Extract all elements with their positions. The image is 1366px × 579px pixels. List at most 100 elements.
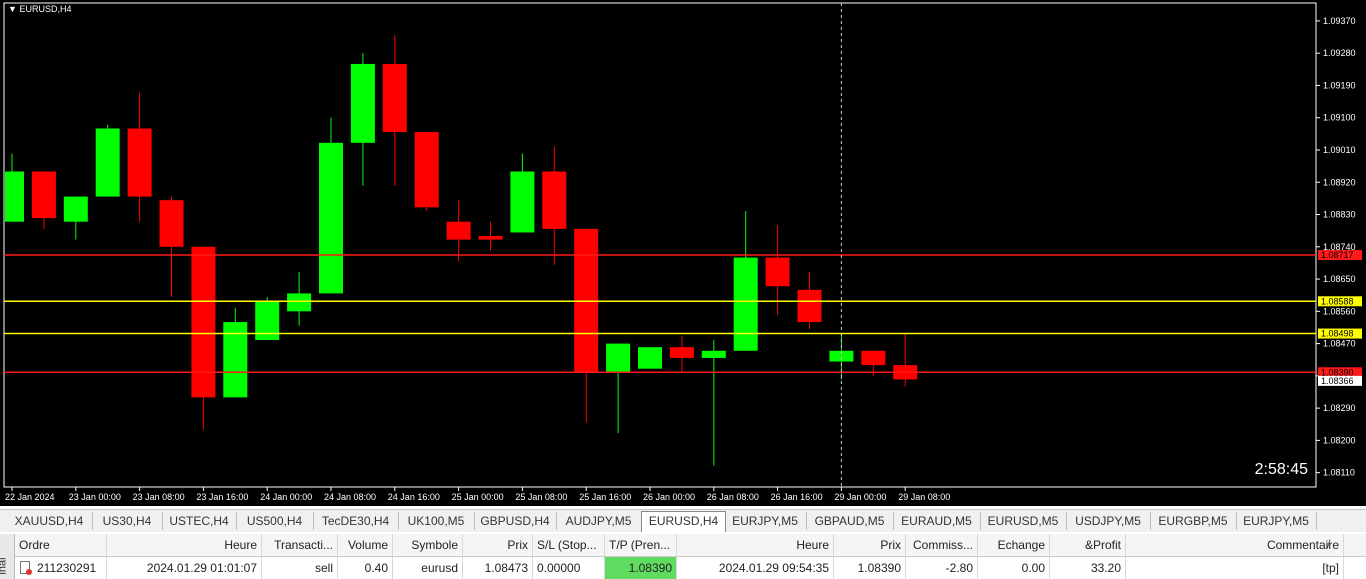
candle-body [861,350,886,366]
column-header[interactable]: Commiss... [906,534,978,556]
candle-body [414,132,439,208]
candle-body [95,128,120,197]
column-header[interactable]: Prix [834,534,906,556]
x-tick-label: 24 Jan 00:00 [260,492,312,502]
x-tick-label: 25 Jan 16:00 [579,492,631,502]
tab-usdjpy-m5[interactable]: USDJPY,M5 [1066,512,1151,530]
tab-eurusd-h4[interactable]: EURUSD,H4 [641,511,726,532]
table-row[interactable]: 211230291 2024.01.29 01:01:07 sell 0.40 euru… [15,557,1366,579]
terminal-side-label: inal [0,534,15,579]
price-chart[interactable]: 1.09370 1.09280 1.09190 1.09100 1.09010 1.089… [0,0,1366,506]
tab-us500-h4[interactable]: US500,H4 [236,512,314,530]
price-level-label: 1.08588 [1321,296,1354,306]
x-tick-label: 25 Jan 00:00 [452,492,504,502]
candle-body [638,347,662,369]
x-tick-label: 23 Jan 16:00 [196,492,248,502]
candle-body [606,343,631,373]
x-tick-label: 23 Jan 08:00 [133,492,185,502]
x-tick-label: 25 Jan 08:00 [515,492,567,502]
y-tick-label: 1.09100 [1323,113,1356,123]
x-tick-label: 26 Jan 00:00 [643,492,695,502]
candle-body [127,128,152,197]
x-tick-label: 22 Jan 2024 [5,492,55,502]
candle-body [765,257,790,287]
table-cell: sell [262,557,338,579]
column-header[interactable]: Echange [978,534,1050,556]
x-tick-label: 29 Jan 08:00 [898,492,950,502]
candle-body [319,142,343,294]
table-header-row: Ordre Heure Transacti... Volume Symbole Prix S… [15,534,1366,557]
table-cell: 0.40 [338,557,393,579]
tab-tecde30-h4[interactable]: TecDE30,H4 [313,512,399,530]
candle-body [478,236,503,240]
column-header[interactable]: &Profit [1050,534,1126,556]
column-header[interactable]: Prix [463,534,533,556]
candle-body [733,257,758,351]
x-tick-label: 26 Jan 08:00 [707,492,759,502]
column-header[interactable]: Volume [338,534,393,556]
tab-audjpy-m5[interactable]: AUDJPY,M5 [556,512,642,530]
table-cell: eurusd [393,557,463,579]
terminal-label-text: inal [0,557,9,575]
y-tick-label: 1.08470 [1323,339,1356,349]
candle-body [159,200,184,247]
chart-symbol-label: ▼ EURUSD,H4 [8,4,71,14]
y-tick-label: 1.08200 [1323,435,1356,445]
table-cell: 2024.01.29 09:54:35 [677,557,834,579]
candle-body [191,246,216,398]
candle-body [542,171,567,229]
price-level-label: 1.08498 [1321,329,1354,339]
y-tick-label: 1.08830 [1323,210,1356,220]
tab-uk100-m5[interactable]: UK100,M5 [398,512,475,530]
tab-eurusd-m5[interactable]: EURUSD,M5 [980,512,1067,530]
column-header[interactable]: S/L (Stop... [533,534,605,556]
tab-euraud-m5[interactable]: EURAUD,M5 [893,512,981,530]
tab-eurjpy-m5[interactable]: EURJPY,M5 [724,512,807,530]
candle-body [382,63,407,133]
candle-body [350,63,375,143]
tab-us30-h4[interactable]: US30,H4 [92,512,163,530]
candle-timer: 2:58:45 [1255,461,1308,478]
tab-xauusd-h4[interactable]: XAUUSD,H4 [6,512,93,530]
table-cell: 1.08390 [605,557,677,579]
y-tick-label: 1.08560 [1323,306,1356,316]
column-header[interactable]: Commentaire [1126,534,1344,556]
price-level-label: 1.08717 [1321,250,1354,260]
dropdown-triangle-icon[interactable]: ▼ [8,4,17,14]
candle-body [510,171,535,233]
x-tick-label: 24 Jan 16:00 [388,492,440,502]
y-tick-label: 1.09190 [1323,80,1356,90]
tab-ustec-h4[interactable]: USTEC,H4 [162,512,237,530]
tab-gbpusd-h4[interactable]: GBPUSD,H4 [474,512,557,530]
tab-eurjpy-m5[interactable]: EURJPY,M5 [1236,512,1317,530]
x-tick-label: 29 Jan 00:00 [834,492,886,502]
column-header[interactable]: T/P (Pren... [605,534,677,556]
candle-body [797,289,822,323]
column-header[interactable]: Transacti... [262,534,338,556]
table-cell: -2.80 [906,557,978,579]
chart-area[interactable]: 1.09370 1.09280 1.09190 1.09100 1.09010 1.089… [0,0,1366,506]
plot-frame [3,2,1317,488]
column-header[interactable]: Ordre [15,534,107,556]
tab-eurgbp-m5[interactable]: EURGBP,M5 [1150,512,1237,530]
candle-body [5,171,24,222]
table-cell: 1.08473 [463,557,533,579]
y-tick-label: 1.09280 [1323,48,1356,58]
column-header[interactable]: Symbole [393,534,463,556]
table-cell: 0.00000 [533,557,605,579]
column-header[interactable]: Heure [677,534,834,556]
column-header[interactable]: Heure [107,534,262,556]
current-price-label: 1.08366 [1321,376,1354,386]
y-tick-label: 1.09010 [1323,145,1356,155]
tab-gbpaud-m5[interactable]: GBPAUD,M5 [806,512,894,530]
y-tick-label: 1.08110 [1323,468,1355,478]
table-cell: 2024.01.29 01:01:07 [107,557,262,579]
y-tick-label: 1.08290 [1323,403,1356,413]
candle-body [701,350,726,358]
x-tick-label: 26 Jan 16:00 [771,492,823,502]
candle-body [63,196,88,222]
table-cell: [tp] [1126,557,1344,579]
candle-body [287,293,312,312]
chart-tabs-bar: XAUUSD,H4 US30,H4 USTEC,H4 US500,H4 TecDE30,… [0,509,1366,532]
column-sort-icon: / [1327,537,1331,551]
